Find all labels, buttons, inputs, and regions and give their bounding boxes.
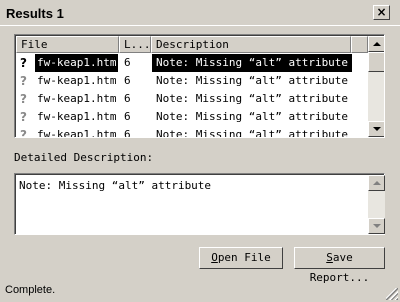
question-icon: ? bbox=[20, 110, 27, 124]
scroll-down-button[interactable] bbox=[368, 121, 384, 137]
scroll-up-button[interactable] bbox=[368, 36, 384, 52]
table-row[interactable]: ? fw-keap1.htm 6 Note: Missing “alt” att… bbox=[16, 54, 368, 72]
close-icon: × bbox=[376, 5, 387, 19]
description-scrollbar[interactable] bbox=[368, 175, 385, 234]
title-bar[interactable]: Results 1 × bbox=[0, 0, 400, 26]
question-icon: ? bbox=[20, 74, 27, 88]
arrow-down-icon bbox=[373, 224, 381, 228]
row-line: 6 bbox=[124, 128, 131, 138]
row-description: Note: Missing “alt” attribute bbox=[156, 128, 349, 138]
resize-grip-icon[interactable] bbox=[386, 288, 398, 300]
row-line: 6 bbox=[124, 110, 131, 123]
scroll-up-button[interactable] bbox=[368, 175, 385, 191]
row-line: 6 bbox=[124, 92, 131, 105]
question-icon: ? bbox=[20, 128, 27, 138]
results-list[interactable]: File L... Description ? fw-keap1.htm 6 N… bbox=[14, 34, 385, 138]
row-file: fw-keap1.htm bbox=[37, 92, 117, 105]
column-header-filler bbox=[351, 36, 368, 53]
table-row[interactable]: ? fw-keap1.htm 6 Note: Missing “alt” att… bbox=[16, 72, 368, 90]
row-line: 6 bbox=[124, 74, 131, 87]
row-file: fw-keap1.htm bbox=[37, 128, 117, 138]
close-button[interactable]: × bbox=[373, 5, 390, 20]
question-icon: ? bbox=[20, 56, 27, 70]
table-row[interactable]: ? fw-keap1.htm 6 Note: Missing “alt” att… bbox=[16, 108, 368, 126]
row-description: Note: Missing “alt” attribute bbox=[152, 54, 353, 72]
detailed-description-box[interactable]: Note: Missing “alt” attribute bbox=[14, 173, 385, 235]
row-description: Note: Missing “alt” attribute bbox=[156, 110, 349, 123]
row-line: 6 bbox=[124, 56, 131, 69]
arrow-up-icon bbox=[373, 181, 381, 185]
arrow-up-icon bbox=[373, 42, 381, 46]
results-window: Results 1 × File L... Description ? fw-k… bbox=[0, 0, 400, 302]
status-text: Complete. bbox=[5, 284, 56, 296]
row-file: fw-keap1.htm bbox=[37, 110, 117, 123]
column-header-line[interactable]: L... bbox=[119, 36, 151, 53]
column-header-description[interactable]: Description bbox=[151, 36, 351, 53]
column-header-file[interactable]: File bbox=[16, 36, 119, 53]
detailed-description-label: Detailed Description: bbox=[14, 151, 154, 164]
row-description: Note: Missing “alt” attribute bbox=[156, 92, 349, 105]
row-description: Note: Missing “alt” attribute bbox=[156, 74, 349, 87]
question-icon: ? bbox=[20, 92, 27, 106]
list-header: File L... Description bbox=[16, 36, 368, 53]
detailed-description-text: Note: Missing “alt” attribute bbox=[19, 179, 212, 192]
scroll-thumb[interactable] bbox=[368, 52, 384, 72]
table-row[interactable]: ? fw-keap1.htm 6 Note: Missing “alt” att… bbox=[16, 90, 368, 108]
row-file: fw-keap1.htm bbox=[35, 54, 119, 72]
window-title: Results 1 bbox=[6, 6, 64, 21]
arrow-down-icon bbox=[373, 127, 381, 131]
open-file-button[interactable]: Open File bbox=[199, 247, 283, 269]
scroll-down-button[interactable] bbox=[368, 218, 385, 234]
table-row[interactable]: ? fw-keap1.htm 6 Note: Missing “alt” att… bbox=[16, 126, 368, 138]
list-scrollbar[interactable] bbox=[368, 36, 384, 137]
status-bar: Complete. bbox=[0, 280, 400, 302]
save-report-button[interactable]: Save Report... bbox=[294, 247, 385, 284]
row-file: fw-keap1.htm bbox=[37, 74, 117, 87]
